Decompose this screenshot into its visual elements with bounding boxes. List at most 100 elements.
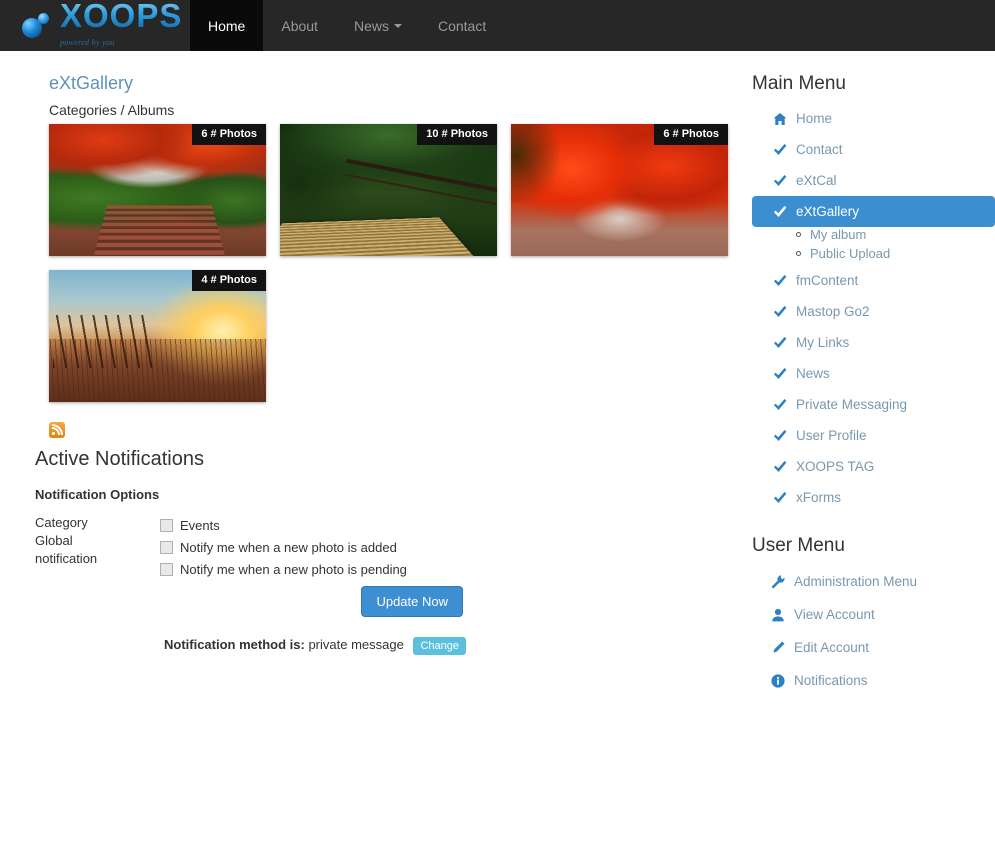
change-method-button[interactable]: Change (413, 637, 467, 655)
album-grid: 6 # Photos 10 # Photos 6 # Photos 4 # Ph… (49, 124, 749, 416)
photo-count-badge: 6 # Photos (192, 124, 266, 145)
checkbox-row[interactable]: Notify me when a new photo is added (160, 536, 495, 558)
sidebar-item-extgallery-label: eXtGallery (796, 204, 860, 219)
category-label: Category (35, 515, 88, 530)
sidebar-item-xoops-tag-label: XOOPS TAG (796, 459, 875, 474)
extgallery-submenu: My album Public Upload (752, 227, 995, 261)
photo-count-badge: 6 # Photos (654, 124, 728, 145)
notification-category-labels: Category Global notification (35, 514, 160, 580)
user-menu-item-administration-menu[interactable]: Administration Menu (752, 565, 995, 598)
check-icon (772, 174, 788, 187)
sidebar-item-user-profile-label: User Profile (796, 428, 867, 443)
check-icon (772, 205, 788, 218)
pencil-icon (770, 641, 786, 655)
checkbox-row[interactable]: Notify me when a new photo is pending (160, 558, 495, 580)
nav-link-home-label: Home (208, 17, 246, 34)
sidebar-item-private-messaging[interactable]: Private Messaging (752, 389, 995, 420)
user-menu-title: User Menu (752, 535, 845, 556)
sidebar-item-xforms[interactable]: xForms (752, 482, 995, 513)
wrench-icon (770, 574, 786, 589)
right-sidebar: Main Menu Home Contact eXtCal eXtGallery… (752, 51, 995, 697)
checkbox-new-photo-pending-label: Notify me when a new photo is pending (180, 561, 407, 577)
sidebar-item-private-messaging-label: Private Messaging (796, 397, 908, 412)
main-nav: Home About News Contact (190, 0, 504, 51)
top-navbar: XOOPS powered by you Home About News Con… (0, 0, 995, 51)
bullet-icon (796, 232, 801, 237)
update-now-button[interactable]: Update Now (361, 586, 463, 617)
sidebar-item-extgallery[interactable]: eXtGallery (752, 196, 995, 227)
album-thumbnail[interactable]: 6 # Photos (49, 124, 266, 256)
nav-link-about-label: About (281, 17, 318, 34)
sidebar-item-contact[interactable]: Contact (752, 134, 995, 165)
notification-method-row: Notification method is: private message … (35, 637, 595, 655)
checkbox-new-photo-added[interactable] (160, 540, 173, 554)
nav-link-about[interactable]: About (263, 0, 336, 51)
main-content: eXtGallery Categories / Albums 6 # Photo… (35, 51, 735, 655)
notification-options-table: Category Global notification Events Noti… (35, 514, 495, 580)
user-menu-item-notifications-label: Notifications (794, 673, 868, 688)
info-icon (770, 673, 786, 688)
bullet-icon (796, 251, 801, 256)
sidebar-item-mastop-go2-label: Mastop Go2 (796, 304, 870, 319)
check-icon (772, 491, 788, 504)
home-icon (772, 112, 788, 126)
photo-count-badge: 4 # Photos (192, 270, 266, 291)
sidebar-item-fmcontent-label: fmContent (796, 273, 859, 288)
album-thumbnail[interactable]: 6 # Photos (511, 124, 728, 256)
notification-options-title: Notification Options (35, 487, 160, 502)
site-logo[interactable]: XOOPS powered by you (0, 0, 190, 51)
sidebar-item-home[interactable]: Home (752, 103, 995, 134)
checkbox-events-label: Events (180, 517, 220, 533)
check-icon (772, 305, 788, 318)
sidebar-item-contact-label: Contact (796, 142, 843, 157)
check-icon (772, 398, 788, 411)
nav-link-news-label: News (353, 17, 389, 34)
submenu-item-my-album[interactable]: My album (796, 227, 995, 242)
sidebar-item-xoops-tag[interactable]: XOOPS TAG (752, 451, 995, 482)
nav-link-contact[interactable]: Contact (420, 0, 504, 51)
checkbox-events[interactable] (160, 518, 173, 532)
check-icon (772, 367, 788, 380)
sidebar-item-news[interactable]: News (752, 358, 995, 389)
sidebar-item-xforms-label: xForms (796, 490, 841, 505)
notification-method-label: Notification method is: (163, 637, 305, 652)
global-label-line1: Global (35, 533, 73, 548)
sidebar-item-mastop-go2[interactable]: Mastop Go2 (752, 296, 995, 327)
submenu-item-public-upload[interactable]: Public Upload (796, 246, 995, 261)
user-icon (770, 608, 786, 622)
main-menu-list: Home Contact eXtCal eXtGallery My album … (752, 103, 995, 513)
user-menu-item-administration-menu-label: Administration Menu (794, 574, 918, 589)
photo-count-badge: 10 # Photos (417, 124, 497, 145)
update-button-row: Update Now (35, 586, 495, 617)
user-menu-item-edit-account-label: Edit Account (794, 640, 870, 655)
sidebar-item-my-links-label: My Links (796, 335, 850, 350)
sidebar-item-home-label: Home (796, 111, 833, 126)
check-icon (772, 274, 788, 287)
notification-checkbox-cell: Events Notify me when a new photo is add… (160, 514, 495, 580)
sidebar-item-fmcontent[interactable]: fmContent (752, 265, 995, 296)
check-icon (772, 429, 788, 442)
checkbox-row[interactable]: Events (160, 514, 495, 536)
rss-feed-icon[interactable] (49, 422, 65, 438)
album-thumbnail[interactable]: 10 # Photos (280, 124, 497, 256)
global-label-line2: notification (35, 551, 98, 566)
sidebar-item-my-links[interactable]: My Links (752, 327, 995, 358)
sidebar-item-extcal-label: eXtCal (796, 173, 837, 188)
sidebar-item-extcal[interactable]: eXtCal (752, 165, 995, 196)
chevron-down-icon (393, 23, 402, 28)
album-thumbnail[interactable]: 4 # Photos (49, 270, 266, 402)
user-menu-item-notifications[interactable]: Notifications (752, 664, 995, 697)
check-icon (772, 336, 788, 349)
nav-link-home[interactable]: Home (190, 0, 264, 51)
sidebar-item-user-profile[interactable]: User Profile (752, 420, 995, 451)
active-notifications-heading: Active Notifications (35, 448, 204, 470)
checkbox-new-photo-pending[interactable] (160, 562, 173, 576)
user-menu-item-view-account-label: View Account (794, 607, 875, 622)
nav-link-news[interactable]: News (336, 0, 420, 51)
notification-method-value: private message (308, 637, 404, 652)
breadcrumb: Categories / Albums (49, 102, 175, 118)
nav-link-contact-label: Contact (437, 17, 487, 34)
user-menu-item-edit-account[interactable]: Edit Account (752, 631, 995, 664)
user-menu-item-view-account[interactable]: View Account (752, 598, 995, 631)
user-menu-list: Administration Menu View Account Edit Ac… (752, 565, 995, 697)
